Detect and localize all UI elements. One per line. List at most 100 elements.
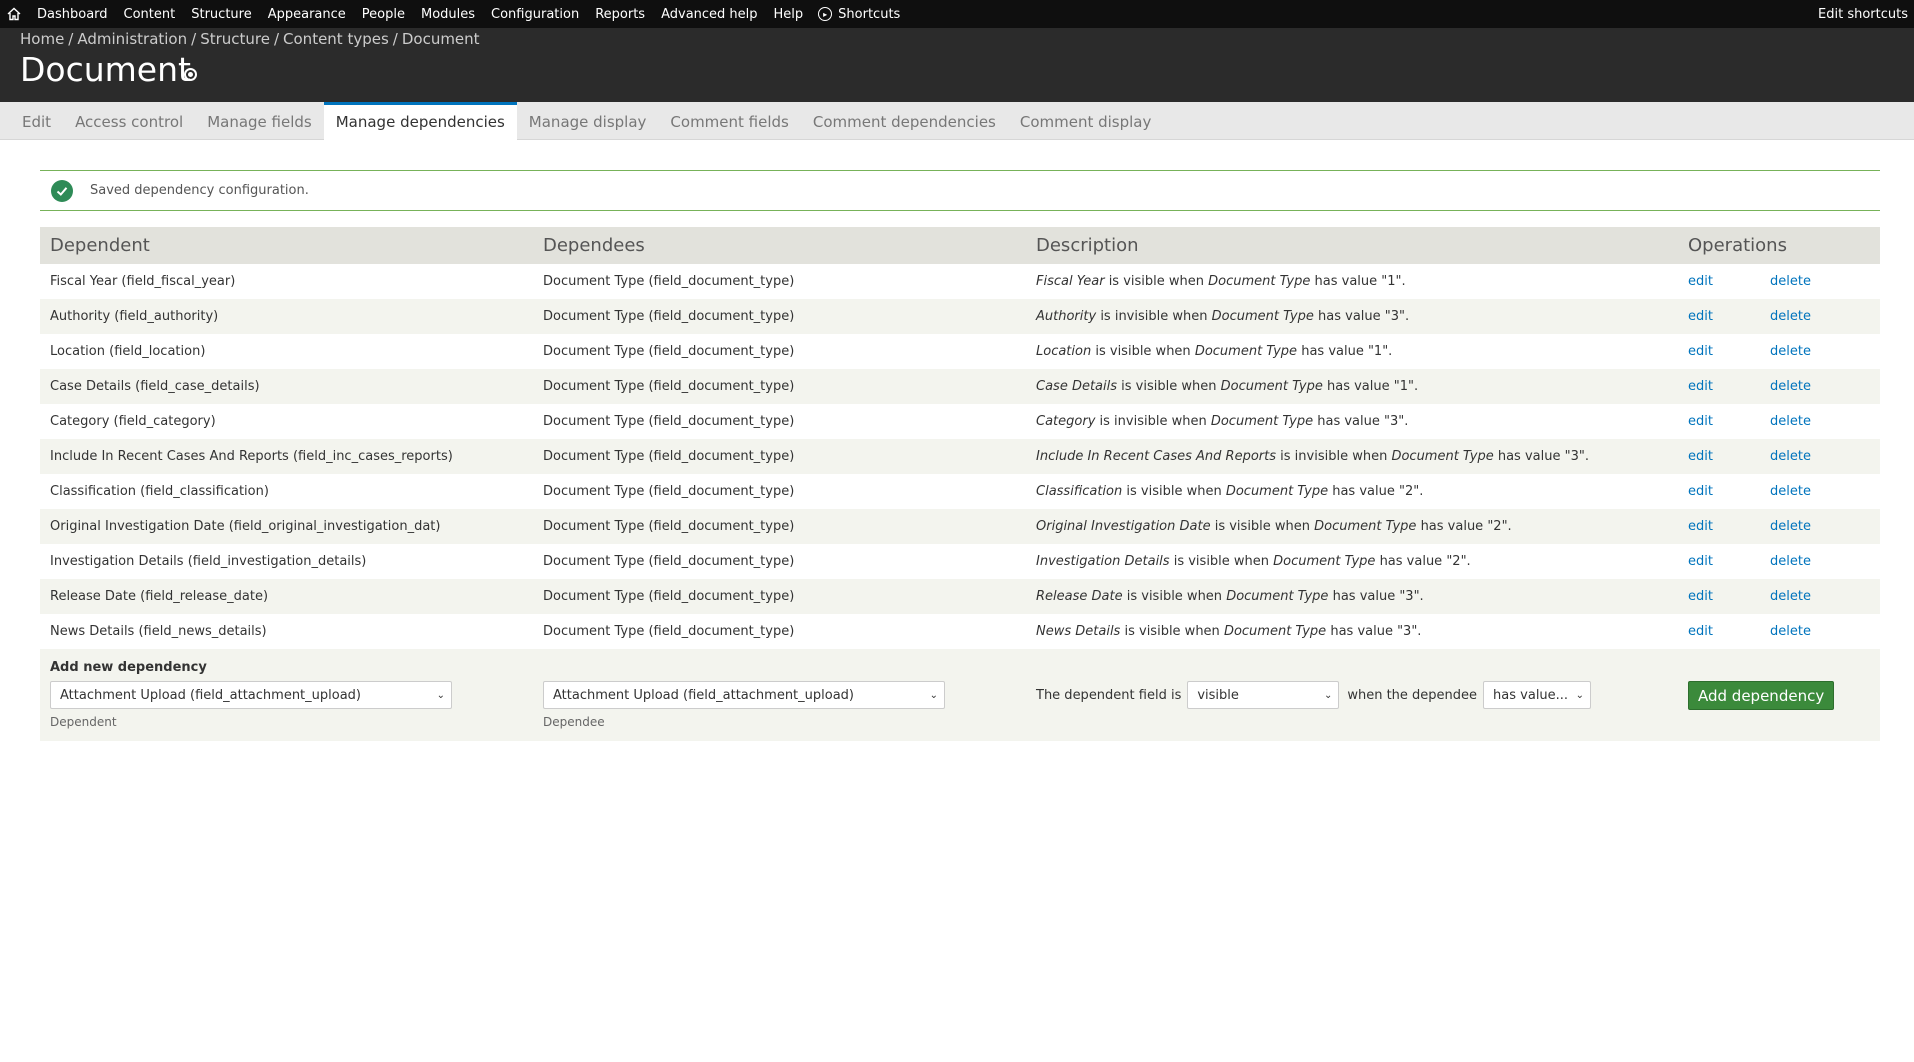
tab-comment-dependencies[interactable]: Comment dependencies bbox=[801, 102, 1008, 140]
operations-cell: edit delete bbox=[1678, 509, 1880, 544]
chevron-down-icon: ⌄ bbox=[1575, 689, 1585, 701]
delete-link[interactable]: delete bbox=[1770, 449, 1811, 464]
dependent-cell: Fiscal Year (field_fiscal_year) bbox=[50, 274, 236, 289]
dependee-cell: Document Type (field_document_type) bbox=[543, 624, 795, 639]
toolbar-item-configuration[interactable]: Configuration bbox=[491, 7, 579, 22]
check-icon bbox=[51, 179, 73, 202]
edit-link[interactable]: edit bbox=[1688, 519, 1770, 534]
edit-link[interactable]: edit bbox=[1688, 624, 1770, 639]
state-select[interactable]: visible ⌄ bbox=[1187, 681, 1340, 709]
home-icon[interactable] bbox=[0, 7, 28, 21]
dependee-select[interactable]: Attachment Upload (field_attachment_uplo… bbox=[543, 681, 945, 709]
toolbar-item-content[interactable]: Content bbox=[124, 7, 176, 22]
delete-link[interactable]: delete bbox=[1770, 624, 1811, 639]
delete-link[interactable]: delete bbox=[1770, 274, 1811, 289]
toolbar-item-people[interactable]: People bbox=[362, 7, 405, 22]
edit-shortcuts-link[interactable]: Edit shortcuts bbox=[1818, 0, 1908, 28]
condition-line: The dependent field is visible ⌄ when th… bbox=[1036, 681, 1668, 709]
header-dependent: Dependent bbox=[40, 227, 533, 264]
breadcrumb-link[interactable]: Administration bbox=[77, 30, 187, 48]
breadcrumb-link[interactable]: Content types bbox=[283, 30, 389, 48]
description-cell: Fiscal Year is visible when Document Typ… bbox=[1026, 264, 1678, 299]
edit-link[interactable]: edit bbox=[1688, 309, 1770, 324]
dependee-cell: Document Type (field_document_type) bbox=[543, 414, 795, 429]
description-field: Fiscal Year bbox=[1036, 274, 1105, 289]
delete-link[interactable]: delete bbox=[1770, 554, 1811, 569]
header-operations: Operations bbox=[1678, 227, 1880, 264]
delete-link[interactable]: delete bbox=[1770, 309, 1811, 324]
edit-link[interactable]: edit bbox=[1688, 589, 1770, 604]
toolbar-item-appearance[interactable]: Appearance bbox=[268, 7, 346, 22]
state-select-value: visible bbox=[1197, 687, 1239, 703]
description-dependee: Document Type bbox=[1210, 414, 1314, 429]
description-field: Include In Recent Cases And Reports bbox=[1036, 449, 1276, 464]
delete-link[interactable]: delete bbox=[1770, 519, 1811, 534]
tab-manage-fields[interactable]: Manage fields bbox=[195, 102, 324, 140]
edit-link[interactable]: edit bbox=[1688, 449, 1770, 464]
description-state: is visible when bbox=[1126, 589, 1223, 604]
description-value: has value "1". bbox=[1314, 274, 1406, 289]
toolbar-item-advanced-help[interactable]: Advanced help bbox=[661, 7, 757, 22]
edit-link[interactable]: edit bbox=[1688, 379, 1770, 394]
edit-link[interactable]: edit bbox=[1688, 274, 1770, 289]
description-cell: Category is invisible when Document Type… bbox=[1026, 404, 1678, 439]
tab-comment-fields[interactable]: Comment fields bbox=[658, 102, 800, 140]
table-row: Fiscal Year (field_fiscal_year) Document … bbox=[40, 264, 1880, 299]
dependent-cell: Include In Recent Cases And Reports (fie… bbox=[40, 439, 533, 474]
toolbar-item-modules[interactable]: Modules bbox=[421, 7, 475, 22]
delete-link[interactable]: delete bbox=[1770, 379, 1811, 394]
tab-manage-display[interactable]: Manage display bbox=[517, 102, 659, 140]
dependee-cell: Document Type (field_document_type) bbox=[543, 484, 795, 499]
add-shortcut-icon[interactable] bbox=[184, 68, 197, 81]
description-field: Release Date bbox=[1036, 589, 1123, 604]
description-state: is visible when bbox=[1126, 484, 1222, 499]
header-description: Description bbox=[1026, 227, 1678, 264]
condition-select[interactable]: has value... ⌄ bbox=[1483, 681, 1592, 709]
dependent-cell: News Details (field_news_details) bbox=[50, 624, 267, 639]
description-dependee: Document Type bbox=[1226, 589, 1329, 604]
add-dependency-button[interactable]: Add dependency bbox=[1688, 681, 1835, 710]
delete-link[interactable]: delete bbox=[1770, 414, 1811, 429]
delete-link[interactable]: delete bbox=[1770, 344, 1811, 359]
description-cell: News Details is visible when Document Ty… bbox=[1026, 614, 1678, 649]
tab-access-control[interactable]: Access control bbox=[63, 102, 195, 140]
operations-cell: edit delete bbox=[1678, 544, 1880, 579]
tab-manage-dependencies[interactable]: Manage dependencies bbox=[323, 102, 517, 140]
edit-link[interactable]: edit bbox=[1688, 414, 1770, 429]
admin-toolbar: Dashboard Content Structure Appearance Peopl… bbox=[0, 0, 1914, 28]
description-dependee: Document Type bbox=[1225, 484, 1329, 499]
breadcrumb-link[interactable]: Structure bbox=[200, 30, 270, 48]
edit-link[interactable]: edit bbox=[1688, 484, 1770, 499]
description-state: is invisible when bbox=[1100, 309, 1208, 324]
tab-edit[interactable]: Edit bbox=[0, 102, 63, 140]
toolbar-item-help[interactable]: Help bbox=[774, 7, 804, 22]
operations-cell: edit delete bbox=[1678, 264, 1880, 299]
breadcrumb-link[interactable]: Home bbox=[20, 30, 64, 48]
operations-cell: edit delete bbox=[1678, 439, 1880, 474]
description-value: has value "3". bbox=[1330, 624, 1422, 639]
description-cell: Investigation Details is visible when Do… bbox=[1026, 544, 1678, 579]
table-header-row: Dependent Dependees Description Operatio… bbox=[40, 227, 1880, 264]
description-state: is visible when bbox=[1173, 554, 1270, 569]
dependent-cell: Original Investigation Date (field_origi… bbox=[40, 509, 533, 544]
toolbar-item-dashboard[interactable]: Dashboard bbox=[37, 7, 108, 22]
dependent-description: Dependent bbox=[50, 715, 117, 729]
edit-link[interactable]: edit bbox=[1688, 554, 1770, 569]
tab-comment-display[interactable]: Comment display bbox=[1008, 102, 1164, 140]
add-dependency-title: Add new dependency bbox=[40, 649, 1880, 675]
description-dependee: Document Type bbox=[1314, 519, 1417, 534]
dependee-description: Dependee bbox=[543, 715, 605, 729]
add-dependency-row: Attachment Upload (field_attachment_uplo… bbox=[40, 675, 1880, 741]
table-row: Case Details (field_case_details) Documen… bbox=[40, 369, 1880, 404]
delete-link[interactable]: delete bbox=[1770, 484, 1811, 499]
dependee-cell: Document Type (field_document_type) bbox=[543, 344, 795, 359]
shortcuts-link[interactable]: ▸ Shortcuts bbox=[818, 7, 900, 22]
delete-link[interactable]: delete bbox=[1770, 589, 1811, 604]
description-value: has value "3". bbox=[1332, 589, 1424, 604]
chevron-down-icon: ⌄ bbox=[929, 689, 938, 701]
toolbar-item-structure[interactable]: Structure bbox=[191, 7, 251, 22]
dependent-select[interactable]: Attachment Upload (field_attachment_uplo… bbox=[50, 681, 452, 709]
edit-link[interactable]: edit bbox=[1688, 344, 1770, 359]
breadcrumb-link[interactable]: Document bbox=[402, 30, 480, 48]
toolbar-item-reports[interactable]: Reports bbox=[595, 7, 645, 22]
